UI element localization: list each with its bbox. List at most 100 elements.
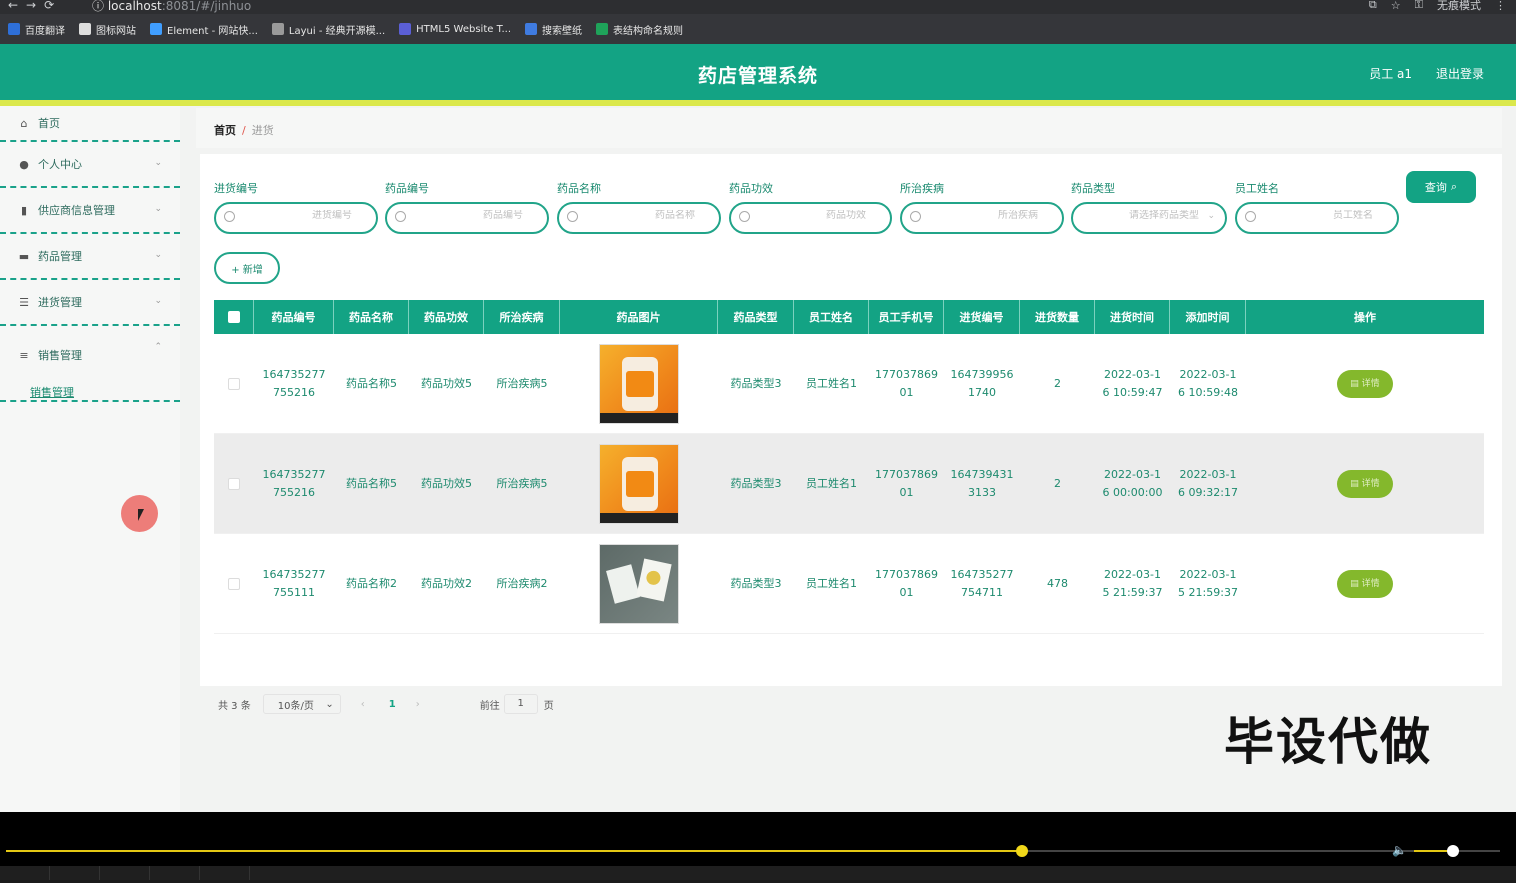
cell-text: 5 21:59:37	[1102, 585, 1163, 599]
cell-text: 755216	[273, 485, 315, 499]
cell-text: 2022-03-1	[1179, 467, 1237, 481]
sidebar-item-sales[interactable]: ≡ 销售管理 ⌃	[0, 326, 180, 384]
detail-button[interactable]: ▤ 详情	[1337, 369, 1393, 398]
key-icon[interactable]: ⚿	[1415, 0, 1423, 12]
drug-thumbnail[interactable]	[599, 543, 679, 624]
cell-drug-no: 164735277 755216	[254, 434, 334, 533]
bookmark-item[interactable]: 图标网站	[79, 22, 136, 37]
chevron-down-icon: ⌄	[154, 296, 162, 306]
bottle-graphic	[622, 356, 658, 411]
column-header: 药品功效	[409, 300, 484, 334]
sidebar-item-suppliers[interactable]: ▮ 供应商信息管理 ⌄	[0, 188, 180, 234]
prev-page-icon[interactable]: ‹	[361, 699, 365, 710]
volume-icon[interactable]: 🔈	[1392, 843, 1407, 857]
current-page[interactable]: 1	[389, 699, 396, 710]
breadcrumb-current: 进货	[251, 124, 274, 137]
select-all-cell[interactable]	[214, 300, 254, 334]
cell-added-time: 2022-03-1 6 10:59:48	[1170, 334, 1246, 433]
staff-name-input[interactable]	[1259, 210, 1387, 221]
chevron-down-icon: ⌄	[154, 158, 162, 168]
query-button[interactable]: 查询 ⌕	[1406, 171, 1476, 203]
search-icon	[739, 211, 750, 222]
cell-drug-name: 药品名称5	[346, 376, 397, 390]
next-page-icon[interactable]: ›	[416, 699, 420, 710]
volume-handle[interactable]	[1446, 845, 1459, 857]
detail-button[interactable]: ▤ 详情	[1337, 469, 1393, 498]
watermark: 毕设代做	[1224, 713, 1432, 771]
filter-input-box[interactable]	[900, 202, 1064, 234]
cell-text: 2022-03-1	[1179, 567, 1237, 581]
filter-input-box[interactable]	[1235, 202, 1399, 234]
row-select-cell[interactable]	[214, 334, 254, 433]
bookmark-item[interactable]: 百度翻译	[8, 22, 65, 37]
detail-button[interactable]: ▤ 详情	[1337, 569, 1393, 598]
address-bar[interactable]: ⓘ localhost:8081/#/jinhuo	[92, 0, 251, 14]
seek-handle[interactable]	[1015, 845, 1028, 857]
sidebar-item-purchase[interactable]: ☰ 进货管理 ⌄	[0, 280, 180, 326]
cell-staff-name: 员工姓名1	[806, 376, 857, 390]
package-graphic	[636, 558, 672, 601]
volume-slider[interactable]	[1414, 845, 1500, 857]
row-checkbox[interactable]	[228, 477, 240, 490]
drug-thumbnail[interactable]	[599, 443, 679, 524]
sidebar-item-label: 供应商信息管理	[38, 204, 115, 217]
purchase-no-input[interactable]	[238, 210, 366, 221]
add-button[interactable]: + 新增	[214, 252, 280, 284]
bookmark-item[interactable]: 表结构命名规则	[596, 22, 683, 37]
seek-bar[interactable]	[6, 845, 1500, 857]
drug-type-select[interactable]: ⌄	[1071, 202, 1227, 234]
filter-input-box[interactable]	[214, 202, 378, 234]
disease-input[interactable]	[924, 210, 1052, 221]
bookmark-item[interactable]: 搜索壁纸	[525, 22, 582, 37]
taskbar-slot[interactable]	[150, 866, 200, 880]
cell-drug-effect: 药品功效5	[421, 476, 472, 490]
logout-link[interactable]: 退出登录	[1436, 65, 1484, 82]
browser-nav-icons[interactable]: ←→⟳	[8, 0, 62, 12]
drug-thumbnail[interactable]	[599, 343, 679, 424]
bookmark-label: 图标网站	[96, 25, 136, 37]
cell-text: 755111	[273, 585, 315, 599]
cell-drug-image	[560, 434, 718, 533]
drug-name-input[interactable]	[581, 210, 709, 221]
bookmark-item[interactable]: HTML5 Website T...	[399, 23, 511, 35]
row-select-cell[interactable]	[214, 434, 254, 533]
row-checkbox[interactable]	[228, 377, 240, 390]
chevron-down-icon: ⌄	[325, 698, 334, 710]
filter-input-box[interactable]	[557, 202, 721, 234]
row-checkbox[interactable]	[228, 577, 240, 590]
detail-button-label: 详情	[1361, 478, 1380, 489]
row-select-cell[interactable]	[214, 534, 254, 633]
search-icon	[567, 211, 578, 222]
cell-text: 755216	[273, 385, 315, 399]
user-icon: ●	[19, 157, 29, 171]
incognito-label[interactable]: 无痕模式	[1437, 0, 1481, 13]
translate-icon[interactable]: ⧉	[1369, 0, 1377, 12]
filter-input-box[interactable]	[385, 202, 549, 234]
bookmark-item[interactable]: Element - 网站快...	[150, 22, 258, 37]
taskbar-slot[interactable]	[200, 866, 250, 880]
page-size-select[interactable]: 10条/页 ⌄	[262, 694, 341, 714]
mouse-cursor-icon	[138, 509, 150, 521]
taskbar-slot[interactable]	[100, 866, 150, 880]
search-filters: 进货编号 药品编号 药品名称 药品功效 所治疾病 药品类型 ⌄	[214, 180, 1494, 240]
goto-page-input[interactable]: 1	[503, 694, 538, 714]
cell-text: 1740	[968, 385, 996, 399]
taskbar-slot[interactable]	[50, 866, 100, 880]
bookmark-label: HTML5 Website T...	[416, 23, 512, 35]
sidebar-item-drugs[interactable]: ▬ 药品管理 ⌄	[0, 234, 180, 280]
filter-input-box[interactable]	[729, 202, 892, 234]
sidebar-subitem-sales[interactable]: 销售管理	[0, 384, 180, 402]
menu-dots-icon[interactable]: ⋮	[1495, 0, 1506, 12]
drug-no-input[interactable]	[409, 210, 537, 221]
bookmark-item[interactable]: Layui - 经典开源模...	[271, 22, 385, 37]
star-icon[interactable]: ☆	[1391, 0, 1401, 12]
main-content: 进货编号 药品编号 药品名称 药品功效 所治疾病 药品类型 ⌄	[200, 154, 1502, 714]
sidebar-item-home[interactable]: ⌂ 首页	[0, 106, 180, 142]
drug-type-input[interactable]	[1083, 210, 1215, 221]
bookmark-label: 百度翻译	[25, 25, 65, 37]
drug-effect-input[interactable]	[753, 210, 880, 221]
select-all-checkbox[interactable]	[227, 311, 240, 323]
breadcrumb-home[interactable]: 首页	[214, 124, 236, 137]
sidebar-item-profile[interactable]: ● 个人中心 ⌄	[0, 142, 180, 188]
taskbar-slot[interactable]	[0, 866, 50, 880]
